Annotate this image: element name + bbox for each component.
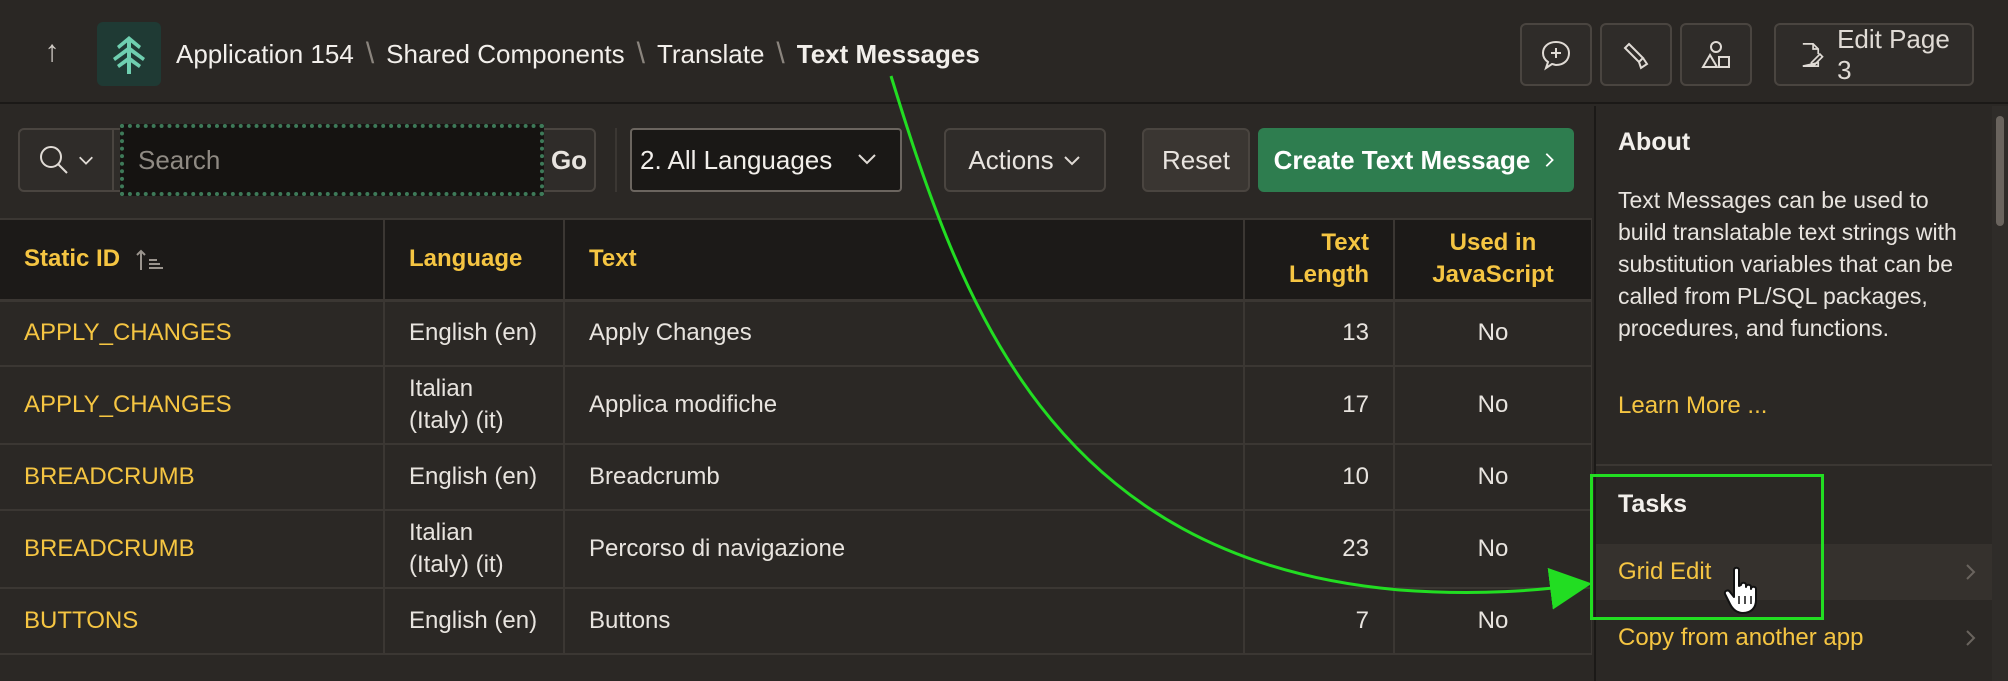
- shared-components-button[interactable]: [1680, 23, 1752, 86]
- table-row: BUTTONS English (en) Buttons 7 No: [0, 588, 1592, 655]
- static-id-link[interactable]: APPLY_CHANGES: [0, 366, 385, 445]
- app-header: ↑ Application 154 \ Shared Components \ …: [0, 0, 2008, 104]
- chevron-down-icon: [1063, 156, 1080, 166]
- chevron-right-icon: [1966, 630, 1976, 646]
- text-messages-report: Static ID Language Text Text Length Used…: [0, 218, 1592, 681]
- search-icon: [40, 146, 68, 174]
- chevron-down-icon: [858, 154, 876, 165]
- text-cell: Percorso di navigazione: [564, 510, 1245, 589]
- task-label: Copy from another app: [1618, 624, 1864, 651]
- actions-menu-button[interactable]: Actions: [944, 128, 1106, 192]
- table-row: APPLY_CHANGES English (en) Apply Changes…: [0, 300, 1592, 367]
- column-header-static-id[interactable]: Static ID: [0, 220, 385, 302]
- breadcrumb-separator: \: [776, 37, 785, 70]
- feedback-button[interactable]: [1520, 23, 1592, 86]
- panel-scrollbar[interactable]: [1992, 106, 2008, 681]
- report-toolbar: Go 2. All Languages Actions Reset Create…: [0, 106, 1592, 218]
- text-cell: Buttons: [564, 588, 1245, 655]
- static-id-link[interactable]: BREADCRUMB: [0, 510, 385, 589]
- learn-more-link[interactable]: Learn More ...: [1618, 392, 1767, 420]
- breadcrumb: Application 154 \ Shared Components \ Tr…: [176, 36, 980, 72]
- panel-divider: [1596, 464, 2008, 466]
- column-header-used-in-javascript[interactable]: Used in JavaScript: [1394, 220, 1592, 302]
- language-cell: Italian (Italy) (it): [384, 510, 565, 589]
- chevron-right-icon: [1546, 153, 1555, 167]
- breadcrumb-separator: \: [636, 37, 645, 70]
- used-in-js-cell: No: [1394, 510, 1592, 589]
- column-header-text[interactable]: Text: [564, 220, 1245, 302]
- reset-button[interactable]: Reset: [1142, 128, 1250, 192]
- up-arrow-icon[interactable]: ↑: [36, 36, 68, 68]
- page-edit-icon: [1802, 42, 1824, 67]
- language-cell: English (en): [384, 588, 565, 655]
- table-header-row: Static ID Language Text Text Length Used…: [0, 220, 1592, 302]
- text-length-cell: 7: [1244, 588, 1395, 655]
- table-row: BREADCRUMB English (en) Breadcrumb 10 No: [0, 444, 1592, 511]
- breadcrumb-separator: \: [365, 37, 375, 70]
- language-cell: English (en): [384, 300, 565, 367]
- search-input[interactable]: [120, 124, 544, 196]
- column-header-language[interactable]: Language: [384, 220, 565, 302]
- search-columns-button[interactable]: [20, 130, 114, 190]
- create-text-message-button[interactable]: Create Text Message: [1258, 128, 1574, 192]
- language-cell: English (en): [384, 444, 565, 511]
- static-id-link[interactable]: APPLY_CHANGES: [0, 300, 385, 367]
- table-row: BREADCRUMB Italian (Italy) (it) Percorso…: [0, 510, 1592, 589]
- about-heading: About: [1618, 128, 1691, 156]
- breadcrumb-shared-components[interactable]: Shared Components: [386, 39, 624, 70]
- text-cell: Breadcrumb: [564, 444, 1245, 511]
- column-header-label: Static ID: [24, 245, 121, 273]
- markup-button[interactable]: [1600, 23, 1672, 86]
- chevron-right-icon: [1966, 564, 1976, 580]
- table-row: APPLY_CHANGES Italian (Italy) (it) Appli…: [0, 366, 1592, 445]
- scrollbar-thumb[interactable]: [1996, 116, 2004, 226]
- used-in-js-cell: No: [1394, 366, 1592, 445]
- actions-label: Actions: [968, 144, 1054, 175]
- sort-ascending-icon: [135, 249, 163, 270]
- language-select-value: 2. All Languages: [640, 144, 833, 175]
- hand-cursor-icon: [1723, 566, 1757, 614]
- toolbar-divider: [615, 128, 617, 192]
- apex-logo-icon[interactable]: [97, 22, 161, 86]
- edit-page-label: Edit Page 3: [1837, 23, 1950, 85]
- chevron-down-icon: [79, 156, 93, 165]
- static-id-link[interactable]: BUTTONS: [0, 588, 385, 655]
- highlighter-icon: [1623, 42, 1649, 70]
- column-header-text-length[interactable]: Text Length: [1244, 220, 1395, 302]
- text-cell: Apply Changes: [564, 300, 1245, 367]
- text-length-cell: 17: [1244, 366, 1395, 445]
- shapes-icon: [1701, 40, 1730, 68]
- language-select[interactable]: 2. All Languages: [630, 128, 902, 192]
- static-id-link[interactable]: BREADCRUMB: [0, 444, 385, 511]
- go-button[interactable]: Go: [542, 130, 596, 190]
- breadcrumb-application[interactable]: Application 154: [176, 39, 354, 70]
- used-in-js-cell: No: [1394, 588, 1592, 655]
- text-cell: Applica modifiche: [564, 366, 1245, 445]
- search-bar: Go: [18, 124, 596, 196]
- breadcrumb-current-page: Text Messages: [796, 38, 980, 69]
- breadcrumb-translate[interactable]: Translate: [657, 39, 764, 70]
- create-label: Create Text Message: [1273, 144, 1531, 175]
- edit-page-button[interactable]: Edit Page 3: [1774, 23, 1974, 86]
- text-length-cell: 23: [1244, 510, 1395, 589]
- used-in-js-cell: No: [1394, 444, 1592, 511]
- text-length-cell: 13: [1244, 300, 1395, 367]
- used-in-js-cell: No: [1394, 300, 1592, 367]
- annotation-highlight-box: [1590, 474, 1824, 620]
- language-cell: Italian (Italy) (it): [384, 366, 565, 445]
- chat-plus-icon: [1541, 40, 1571, 70]
- about-description: Text Messages can be used to build trans…: [1618, 187, 1957, 341]
- text-length-cell: 10: [1244, 444, 1395, 511]
